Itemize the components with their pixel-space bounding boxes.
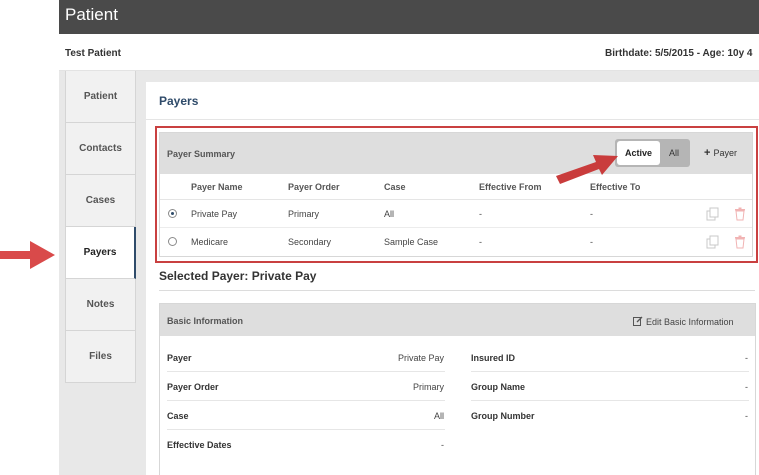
divider [167,400,445,401]
annotation-highlight-box [155,126,758,263]
field-value-payer: Private Pay [397,353,444,363]
field-label-payer-order: Payer Order [167,382,219,392]
basic-information-panel: Basic Information Edit Basic Information… [159,303,756,475]
edit-icon [633,316,643,326]
arrow-icon [556,155,618,184]
field-value-group-number: - [745,411,748,421]
sidebar-item-notes[interactable]: Notes [65,279,136,331]
sidebar-item-contacts[interactable]: Contacts [65,123,136,175]
page-title: Payers [159,94,199,108]
edit-basic-information-button[interactable]: Edit Basic Information [633,316,734,327]
field-label-case: Case [167,411,189,421]
app-header: Patient [59,0,759,34]
patient-info-bar: Test Patient Birthdate: 5/5/2015 - Age: … [59,34,759,71]
selected-payer-title: Selected Payer: Private Pay [159,269,317,283]
app-title: Patient [65,5,118,24]
field-value-case: All [433,411,444,421]
field-value-insured-id: - [745,353,748,363]
divider [167,371,445,372]
patient-birthdate: Birthdate: 5/5/2015 - Age: 10y 4 [605,48,753,59]
arrow-icon [0,241,55,269]
divider [146,119,759,120]
basic-information-header: Basic Information Edit Basic Information [160,304,755,336]
field-value-group-name: - [745,382,748,392]
divider [159,290,755,291]
sidebar-item-patient[interactable]: Patient [65,71,136,123]
divider [471,400,749,401]
field-value-effective-dates: - [441,440,444,450]
divider [167,429,445,430]
basic-information-title: Basic Information [167,316,244,326]
sidebar-item-payers[interactable]: Payers [65,227,136,279]
field-value-payer-order: Primary [413,382,444,392]
sidebar-item-files[interactable]: Files [65,331,136,383]
edit-basic-information-label: Edit Basic Information [646,317,734,327]
field-label-insured-id: Insured ID [471,353,516,363]
divider [471,371,749,372]
field-label-group-name: Group Name [471,382,526,392]
sidebar-item-cases[interactable]: Cases [65,175,136,227]
patient-name: Test Patient [65,48,121,59]
field-label-payer: Payer [167,353,192,363]
field-label-effective-dates: Effective Dates [167,440,232,450]
field-label-group-number: Group Number [471,411,535,421]
